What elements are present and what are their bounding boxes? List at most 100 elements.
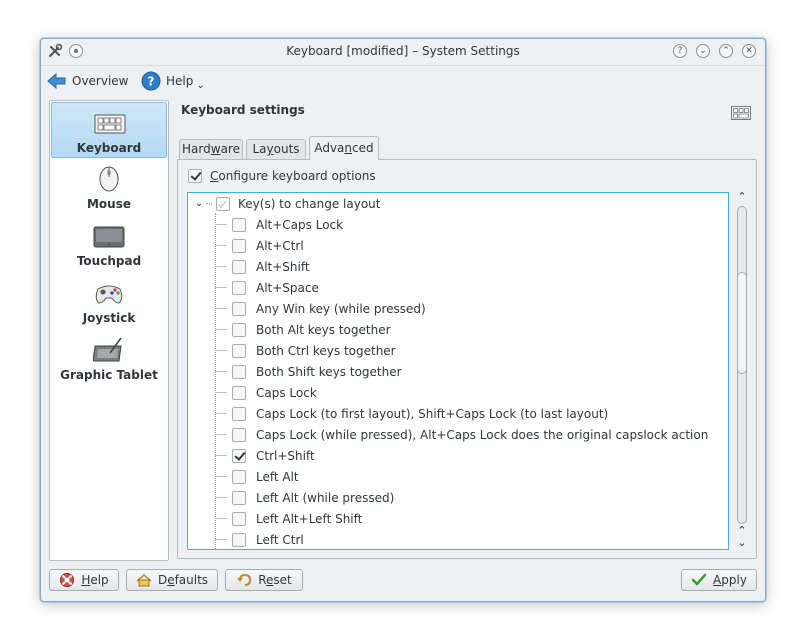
tree-item[interactable]: Alt+Space xyxy=(188,277,728,298)
checkbox[interactable] xyxy=(232,259,246,274)
sidebar-item-mouse[interactable]: Mouse xyxy=(51,159,167,215)
help-button[interactable]: Help xyxy=(49,569,119,591)
tree-item[interactable]: Any Win key (while pressed) xyxy=(188,298,728,319)
sidebar-item-label: Graphic Tablet xyxy=(60,368,158,382)
system-settings-window: Keyboard [modified] – System Settings ? … xyxy=(40,38,766,602)
scroll-thumb[interactable] xyxy=(737,272,747,374)
sidebar-item-label: Touchpad xyxy=(76,254,142,268)
tree-item[interactable]: Caps Lock xyxy=(188,382,728,403)
tree-scrollbar[interactable]: ⌃ ⌃ ⌄ xyxy=(734,191,750,550)
checkbox-checked[interactable] xyxy=(232,448,246,463)
overview-button[interactable]: Overview xyxy=(47,70,129,92)
tab-mnemonic: w xyxy=(210,142,221,156)
tree-item[interactable]: Alt+Caps Lock xyxy=(188,214,728,235)
label-pre: R xyxy=(258,573,267,587)
tree-item-label: Any Win key (while pressed) xyxy=(256,301,426,316)
mnemonic: H xyxy=(81,573,91,587)
scroll-up-arrow-icon[interactable]: ⌃ xyxy=(736,191,748,204)
checkbox[interactable] xyxy=(232,532,246,547)
reset-button-label: Reset xyxy=(258,573,292,587)
label-post: set xyxy=(273,573,292,587)
tree-item-label: Both Alt keys together xyxy=(256,322,391,337)
checkbox[interactable] xyxy=(232,511,246,526)
tab-label-pre: Hard xyxy=(182,142,211,156)
tree-item-label: Alt+Caps Lock xyxy=(256,217,344,232)
tablet-icon xyxy=(93,336,125,364)
label-post: faults xyxy=(174,573,209,587)
tab-label-pre: Adva xyxy=(314,141,345,155)
checkbox[interactable] xyxy=(232,427,246,442)
window-title: Keyboard [modified] – System Settings xyxy=(286,44,520,58)
tree-item-label: Caps Lock (while pressed), Alt+Caps Lock… xyxy=(256,427,709,442)
checkbox[interactable] xyxy=(232,322,246,337)
tree-group-key-to-change-layout[interactable]: ⌄ Key(s) to change layout xyxy=(188,193,728,214)
scroll-down-arrow-icon[interactable]: ⌄ xyxy=(736,537,748,550)
tab-hardware[interactable]: Hardware xyxy=(179,139,243,159)
checkbox[interactable] xyxy=(232,238,246,253)
tab-label-pre: La xyxy=(252,142,267,156)
sidebar-item-keyboard[interactable]: Keyboard xyxy=(51,102,167,158)
tree-item[interactable]: Left Alt (while pressed) xyxy=(188,487,728,508)
checkbox[interactable] xyxy=(232,280,246,295)
tab-mnemonic: n xyxy=(344,141,353,155)
help-lifebuoy-icon xyxy=(59,572,75,588)
help-title-button[interactable]: ? xyxy=(673,44,687,58)
tree-item[interactable]: Both Shift keys together xyxy=(188,361,728,382)
tab-advanced[interactable]: Advanced xyxy=(309,136,379,160)
tree-item[interactable]: Left Alt+Left Shift xyxy=(188,508,728,529)
close-button[interactable]: ✕ xyxy=(742,44,756,58)
touchpad-icon xyxy=(93,222,125,250)
defaults-button[interactable]: Defaults xyxy=(126,569,218,591)
sidebar-item-graphic-tablet[interactable]: Graphic Tablet xyxy=(51,330,167,386)
back-arrow-icon xyxy=(47,72,67,90)
tab-label-post: outs xyxy=(273,142,300,156)
checkbox[interactable] xyxy=(232,364,246,379)
tab-mnemonic: y xyxy=(266,142,274,156)
checkbox[interactable] xyxy=(232,343,246,358)
tree-item-label: Alt+Shift xyxy=(256,259,310,274)
title-bar: Keyboard [modified] – System Settings ? … xyxy=(41,39,765,66)
tab-label-post: ced xyxy=(352,141,374,155)
tree-item-label: Left Alt xyxy=(256,469,299,484)
sidebar-item-joystick[interactable]: Joystick xyxy=(51,273,167,329)
sidebar-item-touchpad[interactable]: Touchpad xyxy=(51,216,167,272)
tree-item[interactable]: Caps Lock (to first layout), Shift+Caps … xyxy=(188,403,728,424)
tristate-checkbox[interactable] xyxy=(216,196,230,211)
tree-item[interactable]: Both Ctrl keys together xyxy=(188,340,728,361)
checkbox[interactable] xyxy=(232,301,246,316)
help-menu-button[interactable]: ? Help ⌄ xyxy=(141,70,205,92)
mouse-icon xyxy=(93,165,125,193)
page-title: Keyboard settings xyxy=(181,103,305,117)
checkbox[interactable] xyxy=(232,490,246,505)
dialog-button-bar: Help Defaults Reset Apply xyxy=(41,567,765,597)
help-button-label: Help xyxy=(81,573,108,587)
tree-item[interactable]: Alt+Ctrl xyxy=(188,235,728,256)
checkbox[interactable] xyxy=(232,385,246,400)
maximize-button[interactable]: ⌃ xyxy=(719,44,733,58)
tree-item[interactable]: Ctrl+Shift xyxy=(188,445,728,466)
defaults-button-label: Defaults xyxy=(158,573,208,587)
tree-item[interactable]: Caps Lock (while pressed), Alt+Caps Lock… xyxy=(188,424,728,445)
minimize-button[interactable]: ⌄ xyxy=(696,44,710,58)
checkbox[interactable] xyxy=(232,406,246,421)
configure-keyboard-options-checkbox[interactable]: Configure keyboard options xyxy=(188,169,376,183)
tree-item[interactable]: Left Alt xyxy=(188,466,728,487)
tree-item[interactable]: Both Alt keys together xyxy=(188,319,728,340)
tree-item-label: Ctrl+Shift xyxy=(256,448,315,463)
apply-button[interactable]: Apply xyxy=(681,569,757,591)
label-rest: pply xyxy=(721,573,747,587)
tree-item[interactable]: Left Ctrl xyxy=(188,529,728,549)
overview-label: Overview xyxy=(72,74,129,88)
checkbox[interactable] xyxy=(232,217,246,232)
chevron-down-icon: ⌄ xyxy=(196,79,205,91)
chevron-down-icon[interactable]: ⌄ xyxy=(192,198,206,209)
options-tree[interactable]: ⌄ Key(s) to change layout Alt+Caps Lock … xyxy=(187,192,729,550)
tab-layouts[interactable]: Layouts xyxy=(246,139,306,159)
checkbox-checked[interactable] xyxy=(188,169,202,183)
tree-item[interactable]: Alt+Shift xyxy=(188,256,728,277)
label-rest: elp xyxy=(90,573,109,587)
keyboard-icon xyxy=(731,106,751,120)
reset-button[interactable]: Reset xyxy=(225,569,303,591)
advanced-panel: Configure keyboard options ⌄ Key(s) to c… xyxy=(177,159,757,559)
checkbox[interactable] xyxy=(232,469,246,484)
